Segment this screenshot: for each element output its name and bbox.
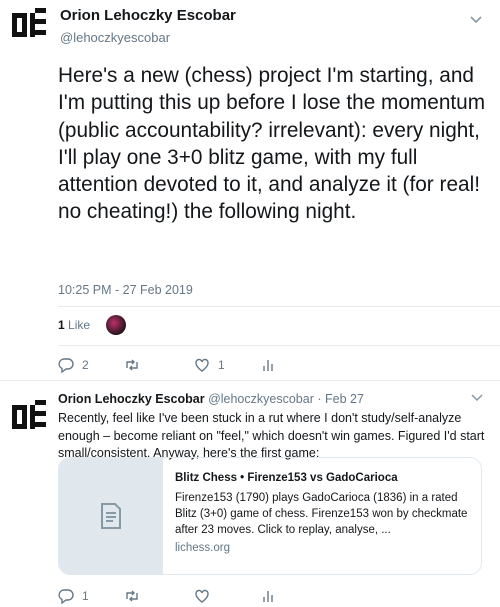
analytics-button[interactable] bbox=[260, 357, 326, 373]
author-logo[interactable] bbox=[12, 400, 46, 430]
divider bbox=[0, 380, 500, 381]
reply-count: 2 bbox=[82, 358, 89, 372]
separator bbox=[58, 345, 500, 346]
reply-button[interactable]: 1 bbox=[58, 588, 124, 604]
like-button[interactable] bbox=[194, 588, 260, 604]
retweet-icon bbox=[126, 590, 138, 602]
likes-count: 1 bbox=[58, 318, 65, 332]
reply-header: Orion Lehoczky Escobar @lehoczkyescobar … bbox=[58, 392, 364, 406]
separator-dot: · bbox=[317, 392, 322, 406]
heart-icon bbox=[195, 358, 209, 372]
analytics-button[interactable] bbox=[260, 588, 326, 604]
chevron-down-icon[interactable] bbox=[468, 14, 484, 26]
author-name[interactable]: Orion Lehoczky Escobar bbox=[58, 392, 205, 406]
retweet-button[interactable] bbox=[124, 588, 194, 604]
author-handle[interactable]: @lehoczkyescobar bbox=[60, 30, 170, 45]
likes-summary[interactable]: 1 Like bbox=[58, 318, 90, 332]
reply-count: 1 bbox=[82, 589, 89, 603]
reply-icon bbox=[58, 358, 74, 373]
chevron-down-icon[interactable] bbox=[470, 393, 484, 403]
author-name[interactable]: Orion Lehoczky Escobar bbox=[60, 7, 236, 24]
analytics-icon bbox=[263, 360, 273, 371]
likes-label: Like bbox=[68, 318, 91, 332]
reply-text: Recently, feel like I've been stuck in a… bbox=[58, 411, 485, 460]
reply-date[interactable]: Feb 27 bbox=[325, 392, 364, 406]
retweet-icon bbox=[126, 359, 138, 371]
reply-icon bbox=[58, 589, 74, 604]
analytics-icon bbox=[263, 591, 273, 602]
tweet-text: Here's a new (chess) project I'm startin… bbox=[58, 64, 486, 224]
reply-actions: 1 bbox=[58, 588, 326, 604]
like-button[interactable]: 1 bbox=[194, 357, 260, 373]
author-logo[interactable] bbox=[12, 8, 46, 38]
retweet-button[interactable] bbox=[124, 357, 194, 373]
card-domain: lichess.org bbox=[175, 542, 230, 554]
card-description: Firenze153 (1790) plays GadoCarioca (183… bbox=[175, 492, 468, 536]
reply-button[interactable]: 2 bbox=[58, 357, 124, 373]
link-card[interactable]: Blitz Chess • Firenze153 vs GadoCarioca … bbox=[58, 457, 482, 575]
card-title: Blitz Chess • Firenze153 vs GadoCarioca bbox=[175, 472, 398, 484]
heart-icon bbox=[195, 589, 209, 603]
document-icon bbox=[100, 503, 121, 529]
tweet-actions: 2 1 bbox=[58, 357, 326, 373]
avatar[interactable] bbox=[106, 315, 126, 335]
author-handle[interactable]: @lehoczkyescobar bbox=[208, 392, 314, 406]
like-count: 1 bbox=[218, 358, 225, 372]
card-thumbnail bbox=[59, 458, 163, 574]
tweet-timestamp[interactable]: 10:25 PM - 27 Feb 2019 bbox=[58, 283, 193, 297]
separator bbox=[58, 306, 500, 307]
